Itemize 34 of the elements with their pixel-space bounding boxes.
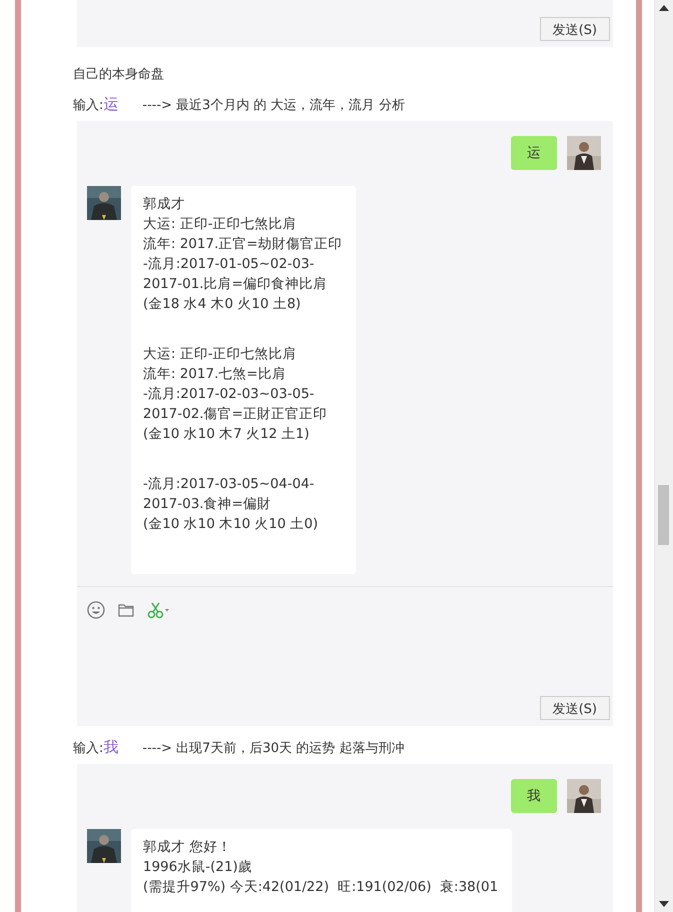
reply-line: (需提升97%) 今天:42(01/22) 旺:191(02/06) 衰:38(01	[143, 878, 498, 897]
send-button[interactable]: 发送(S)	[540, 696, 610, 720]
reply-line: -流月:2017-03-05~04-04-	[143, 475, 316, 494]
scroll-up-icon[interactable]	[659, 5, 670, 11]
reply-line: (金18 水4 木0 火10 土8)	[143, 295, 302, 314]
reply-line: (金10 水10 木7 火12 土1)	[143, 425, 310, 444]
reply-line: 大运: 正印-正印七煞比肩	[143, 345, 298, 364]
sent-message: 运	[511, 136, 557, 170]
reply-line: 郭成才	[143, 195, 186, 214]
send-button[interactable]: 发送(S)	[540, 17, 610, 41]
emoji-icon[interactable]	[87, 601, 105, 619]
prompt-label: 输入:	[73, 98, 104, 113]
reply-line: 大运: 正印-正印七煞比肩	[143, 215, 298, 234]
scissors-icon[interactable]	[147, 601, 171, 619]
reply-line: 郭成才 您好！	[143, 838, 232, 857]
sent-message: 我	[511, 779, 557, 813]
caption-text: 自己的本身命盘	[73, 66, 165, 83]
reply-line: 流年: 2017.七煞=比肩	[143, 365, 287, 384]
reply-line: -流月:2017-02-03~03-05-	[143, 385, 316, 404]
reply-line: 流年: 2017.正官=劫財傷官正印	[143, 235, 342, 254]
reply-line: -流月:2017-01-05~02-03-	[143, 255, 316, 274]
reply-line: 2017-02.傷官=正財正官正印	[143, 405, 328, 424]
scroll-down-icon[interactable]	[659, 901, 670, 907]
reply-line: 1996水鼠-(21)歲	[143, 858, 253, 877]
scrollbar-thumb[interactable]	[658, 485, 670, 545]
reply-line: 2017-03.食神=偏財	[143, 495, 272, 514]
prompt-description: ----> 最近3个月内 的 大运，流年，流月 分析	[142, 98, 405, 113]
reply-line: 2017-01.比肩=偏印食神比肩	[143, 275, 328, 294]
prompt-keyword: 我	[103, 738, 118, 756]
prompt-label: 输入:	[73, 741, 104, 756]
prompt-description: ----> 出现7天前，后30天 的运势 起落与刑冲	[142, 741, 404, 756]
prompt-keyword: 运	[103, 95, 118, 113]
reply-line: (金10 水10 木10 火10 土0)	[143, 515, 320, 534]
scrollbar[interactable]	[654, 0, 673, 912]
